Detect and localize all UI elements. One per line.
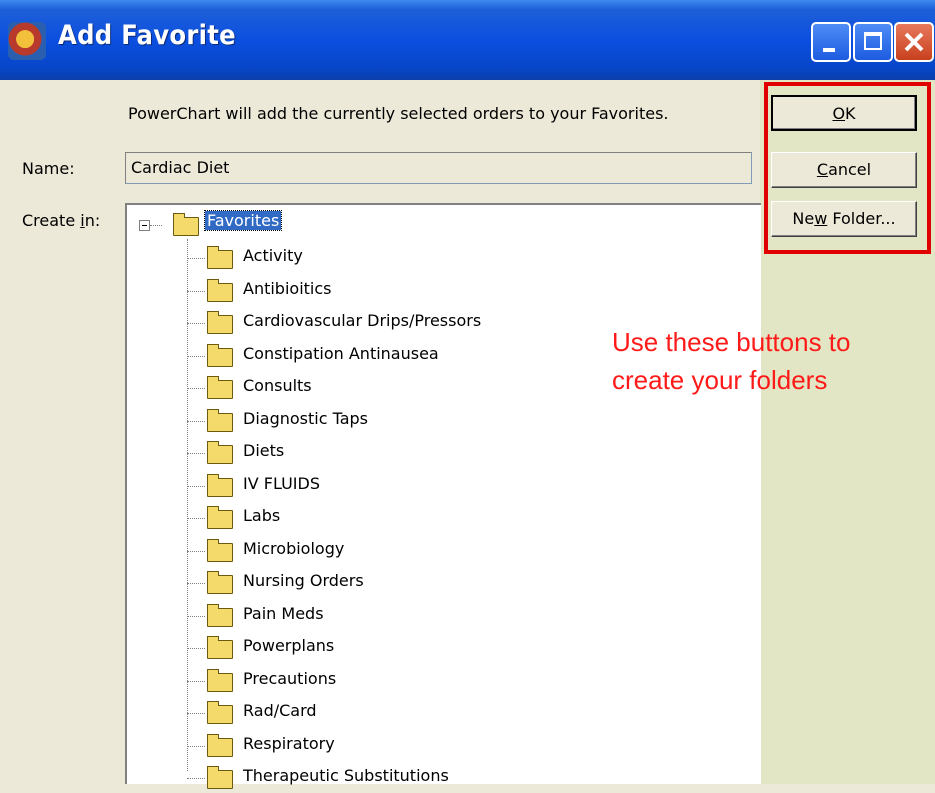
name-field-value: Cardiac Diet [131,158,230,177]
close-button[interactable] [894,22,934,62]
tree-item[interactable]: Powerplans [127,633,727,663]
folder-tree[interactable]: Favorites Activity Antibioitics Cardiovasc… [125,203,761,789]
tree-item[interactable]: Diets [127,438,727,468]
folder-icon [207,636,233,659]
annotation-callout: Use these buttons to create your folders [612,323,850,399]
name-field[interactable]: Cardiac Diet [125,152,752,184]
tree-item-label: Precautions [243,669,337,688]
tree-item-label: Microbiology [243,539,345,558]
dialog-description: PowerChart will add the currently select… [128,104,669,123]
tree-item-label: Pain Meds [243,604,324,623]
minimize-icon [823,48,835,52]
tree-item-label: Nursing Orders [243,571,364,590]
minimize-button[interactable] [811,22,851,62]
tree-item[interactable]: IV FLUIDS [127,471,727,501]
tree-item[interactable]: Antibioitics [127,276,727,306]
folder-icon [207,734,233,757]
folder-icon [207,701,233,724]
folder-icon [207,604,233,627]
tree-item[interactable]: Pain Meds [127,601,727,631]
folder-icon [207,441,233,464]
close-icon [904,32,924,52]
tree-item-label: Consults [243,376,312,395]
tree-item-label: Powerplans [243,636,335,655]
folder-icon [207,376,233,399]
create-in-label: Create in: [22,211,101,230]
tree-item[interactable]: Respiratory [127,731,727,761]
maximize-icon [864,32,882,50]
tree-item[interactable]: Rad/Card [127,698,727,728]
tree-item-label: Therapeutic Substitutions [243,766,449,785]
tree-item[interactable]: Precautions [127,666,727,696]
tree-item-label: Respiratory [243,734,335,753]
folder-icon [207,669,233,692]
tree-item-label: Constipation Antinausea [243,344,439,363]
folder-icon [207,571,233,594]
tree-item-label: Antibioitics [243,279,332,298]
collapse-icon[interactable] [139,220,150,231]
tree-item-label: Labs [243,506,281,525]
tree-item[interactable]: Therapeutic Substitutions [127,763,727,793]
tree-item-label: Diagnostic Taps [243,409,369,428]
maximize-button[interactable] [853,22,893,62]
tree-item-label: Rad/Card [243,701,317,720]
annotation-line-2: create your folders [612,365,828,395]
folder-icon [207,279,233,302]
buttons-highlight-box [764,82,931,254]
folder-icon [207,344,233,367]
tree-root-label: Favorites [203,210,283,231]
folder-icon [207,409,233,432]
folder-icon [207,474,233,497]
window-title: Add Favorite [58,20,236,51]
tree-item[interactable]: Diagnostic Taps [127,406,727,436]
tree-item[interactable]: Microbiology [127,536,727,566]
app-icon [8,22,46,60]
title-bar[interactable]: Add Favorite [0,0,935,80]
tree-item[interactable]: Activity [127,243,727,273]
tree-item-label: Cardiovascular Drips/Pressors [243,311,482,330]
folder-icon [207,246,233,269]
tree-item-label: IV FLUIDS [243,474,320,493]
folder-icon [207,539,233,562]
tree-root-item[interactable]: Favorites [127,205,727,236]
annotation-line-1: Use these buttons to [612,327,851,357]
tree-item-label: Diets [243,441,285,460]
folder-open-icon [173,213,199,236]
tree-item[interactable]: Nursing Orders [127,568,727,598]
folder-icon [207,506,233,529]
tree-item-label: Activity [243,246,303,265]
tree-item[interactable]: Labs [127,503,727,533]
folder-icon [207,766,233,789]
folder-icon [207,311,233,334]
name-label: Name: [22,159,75,178]
